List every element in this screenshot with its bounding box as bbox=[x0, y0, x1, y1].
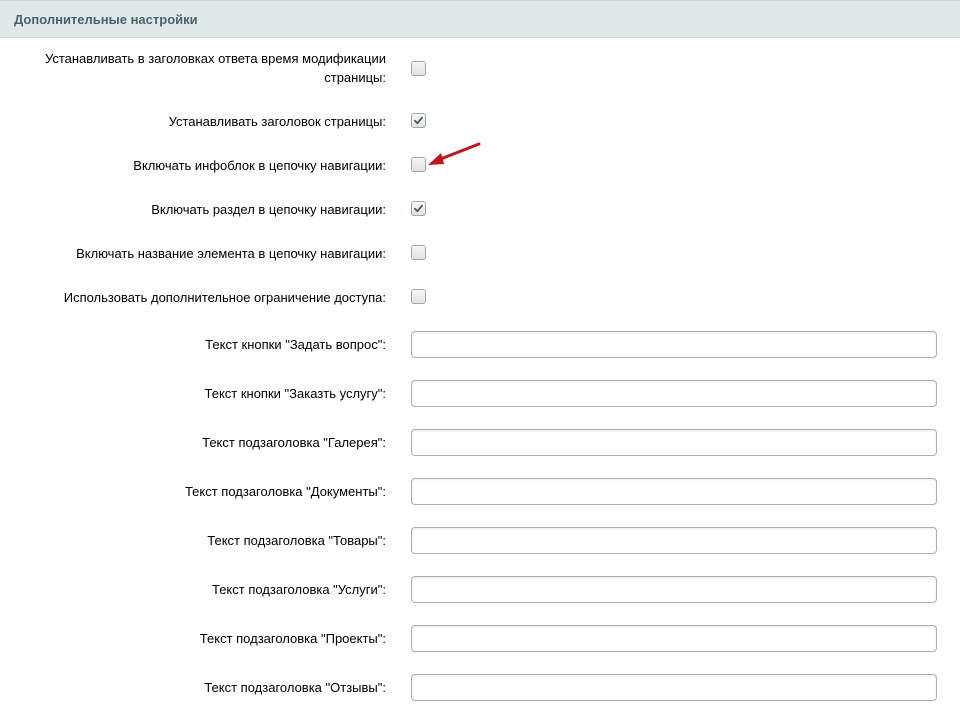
check-mark-icon bbox=[414, 116, 423, 125]
ask-question-text-input[interactable] bbox=[411, 331, 937, 358]
setting-label: Устанавливать в заголовках ответа время … bbox=[44, 51, 386, 85]
setting-label: Текст кнопки "Заказть услугу": bbox=[204, 386, 387, 401]
checkbox-element-chain[interactable] bbox=[411, 245, 426, 260]
setting-row-documents-subtitle: Текст подзаголовка "Документы": bbox=[0, 478, 960, 505]
checkbox-page-title[interactable] bbox=[411, 113, 426, 128]
setting-label: Текст подзаголовка "Проекты": bbox=[199, 631, 386, 646]
documents-subtitle-input[interactable] bbox=[411, 478, 937, 505]
setting-row-order-service-text: Текст кнопки "Заказть услугу": bbox=[0, 380, 960, 407]
setting-label: Включать раздел в цепочку навигации: bbox=[151, 202, 386, 217]
setting-label: Текст кнопки "Задать вопрос": bbox=[205, 337, 386, 352]
services-subtitle-input[interactable] bbox=[411, 576, 937, 603]
goods-subtitle-input[interactable] bbox=[411, 527, 937, 554]
reviews-subtitle-input[interactable] bbox=[411, 674, 937, 701]
setting-row-iblock-chain: Включать инфоблок в цепочку навигации: bbox=[0, 155, 960, 177]
setting-row-section-chain: Включать раздел в цепочку навигации: bbox=[0, 199, 960, 221]
setting-label: Текст подзаголовка "Отзывы": bbox=[204, 680, 386, 695]
setting-row-reviews-subtitle: Текст подзаголовка "Отзывы": bbox=[0, 674, 960, 701]
setting-label: Включать инфоблок в цепочку навигации: bbox=[133, 158, 386, 173]
setting-row-last-modified: Устанавливать в заголовках ответа время … bbox=[0, 48, 960, 88]
setting-row-goods-subtitle: Текст подзаголовка "Товары": bbox=[0, 527, 960, 554]
checkbox-section-chain[interactable] bbox=[411, 201, 426, 216]
setting-label: Использовать дополнительное ограничение … bbox=[63, 290, 386, 305]
setting-row-services-subtitle: Текст подзаголовка "Услуги": bbox=[0, 576, 960, 603]
checkbox-iblock-chain[interactable] bbox=[411, 157, 426, 172]
setting-label: Текст подзаголовка "Документы": bbox=[184, 484, 386, 499]
setting-label: Текст подзаголовка "Галерея": bbox=[202, 435, 386, 450]
setting-row-page-title: Устанавливать заголовок страницы: bbox=[0, 111, 960, 133]
checkbox-last-modified[interactable] bbox=[411, 61, 426, 76]
setting-row-element-chain: Включать название элемента в цепочку нав… bbox=[0, 243, 960, 265]
projects-subtitle-input[interactable] bbox=[411, 625, 937, 652]
section-title: Дополнительные настройки bbox=[14, 12, 198, 27]
section-header[interactable]: Дополнительные настройки bbox=[0, 0, 960, 38]
setting-row-projects-subtitle: Текст подзаголовка "Проекты": bbox=[0, 625, 960, 652]
setting-label: Включать название элемента в цепочку нав… bbox=[76, 246, 386, 261]
checkbox-access-restriction[interactable] bbox=[411, 289, 426, 304]
setting-label: Текст подзаголовка "Услуги": bbox=[211, 582, 386, 597]
setting-row-gallery-subtitle: Текст подзаголовка "Галерея": bbox=[0, 429, 960, 456]
check-mark-icon bbox=[414, 204, 423, 213]
settings-page: Дополнительные настройки Устанавливать в… bbox=[0, 0, 960, 716]
setting-label: Устанавливать заголовок страницы: bbox=[168, 114, 386, 129]
gallery-subtitle-input[interactable] bbox=[411, 429, 937, 456]
setting-row-access-restriction: Использовать дополнительное ограничение … bbox=[0, 287, 960, 309]
order-service-text-input[interactable] bbox=[411, 380, 937, 407]
setting-label: Текст подзаголовка "Товары": bbox=[207, 533, 386, 548]
setting-row-ask-question-text: Текст кнопки "Задать вопрос": bbox=[0, 331, 960, 358]
